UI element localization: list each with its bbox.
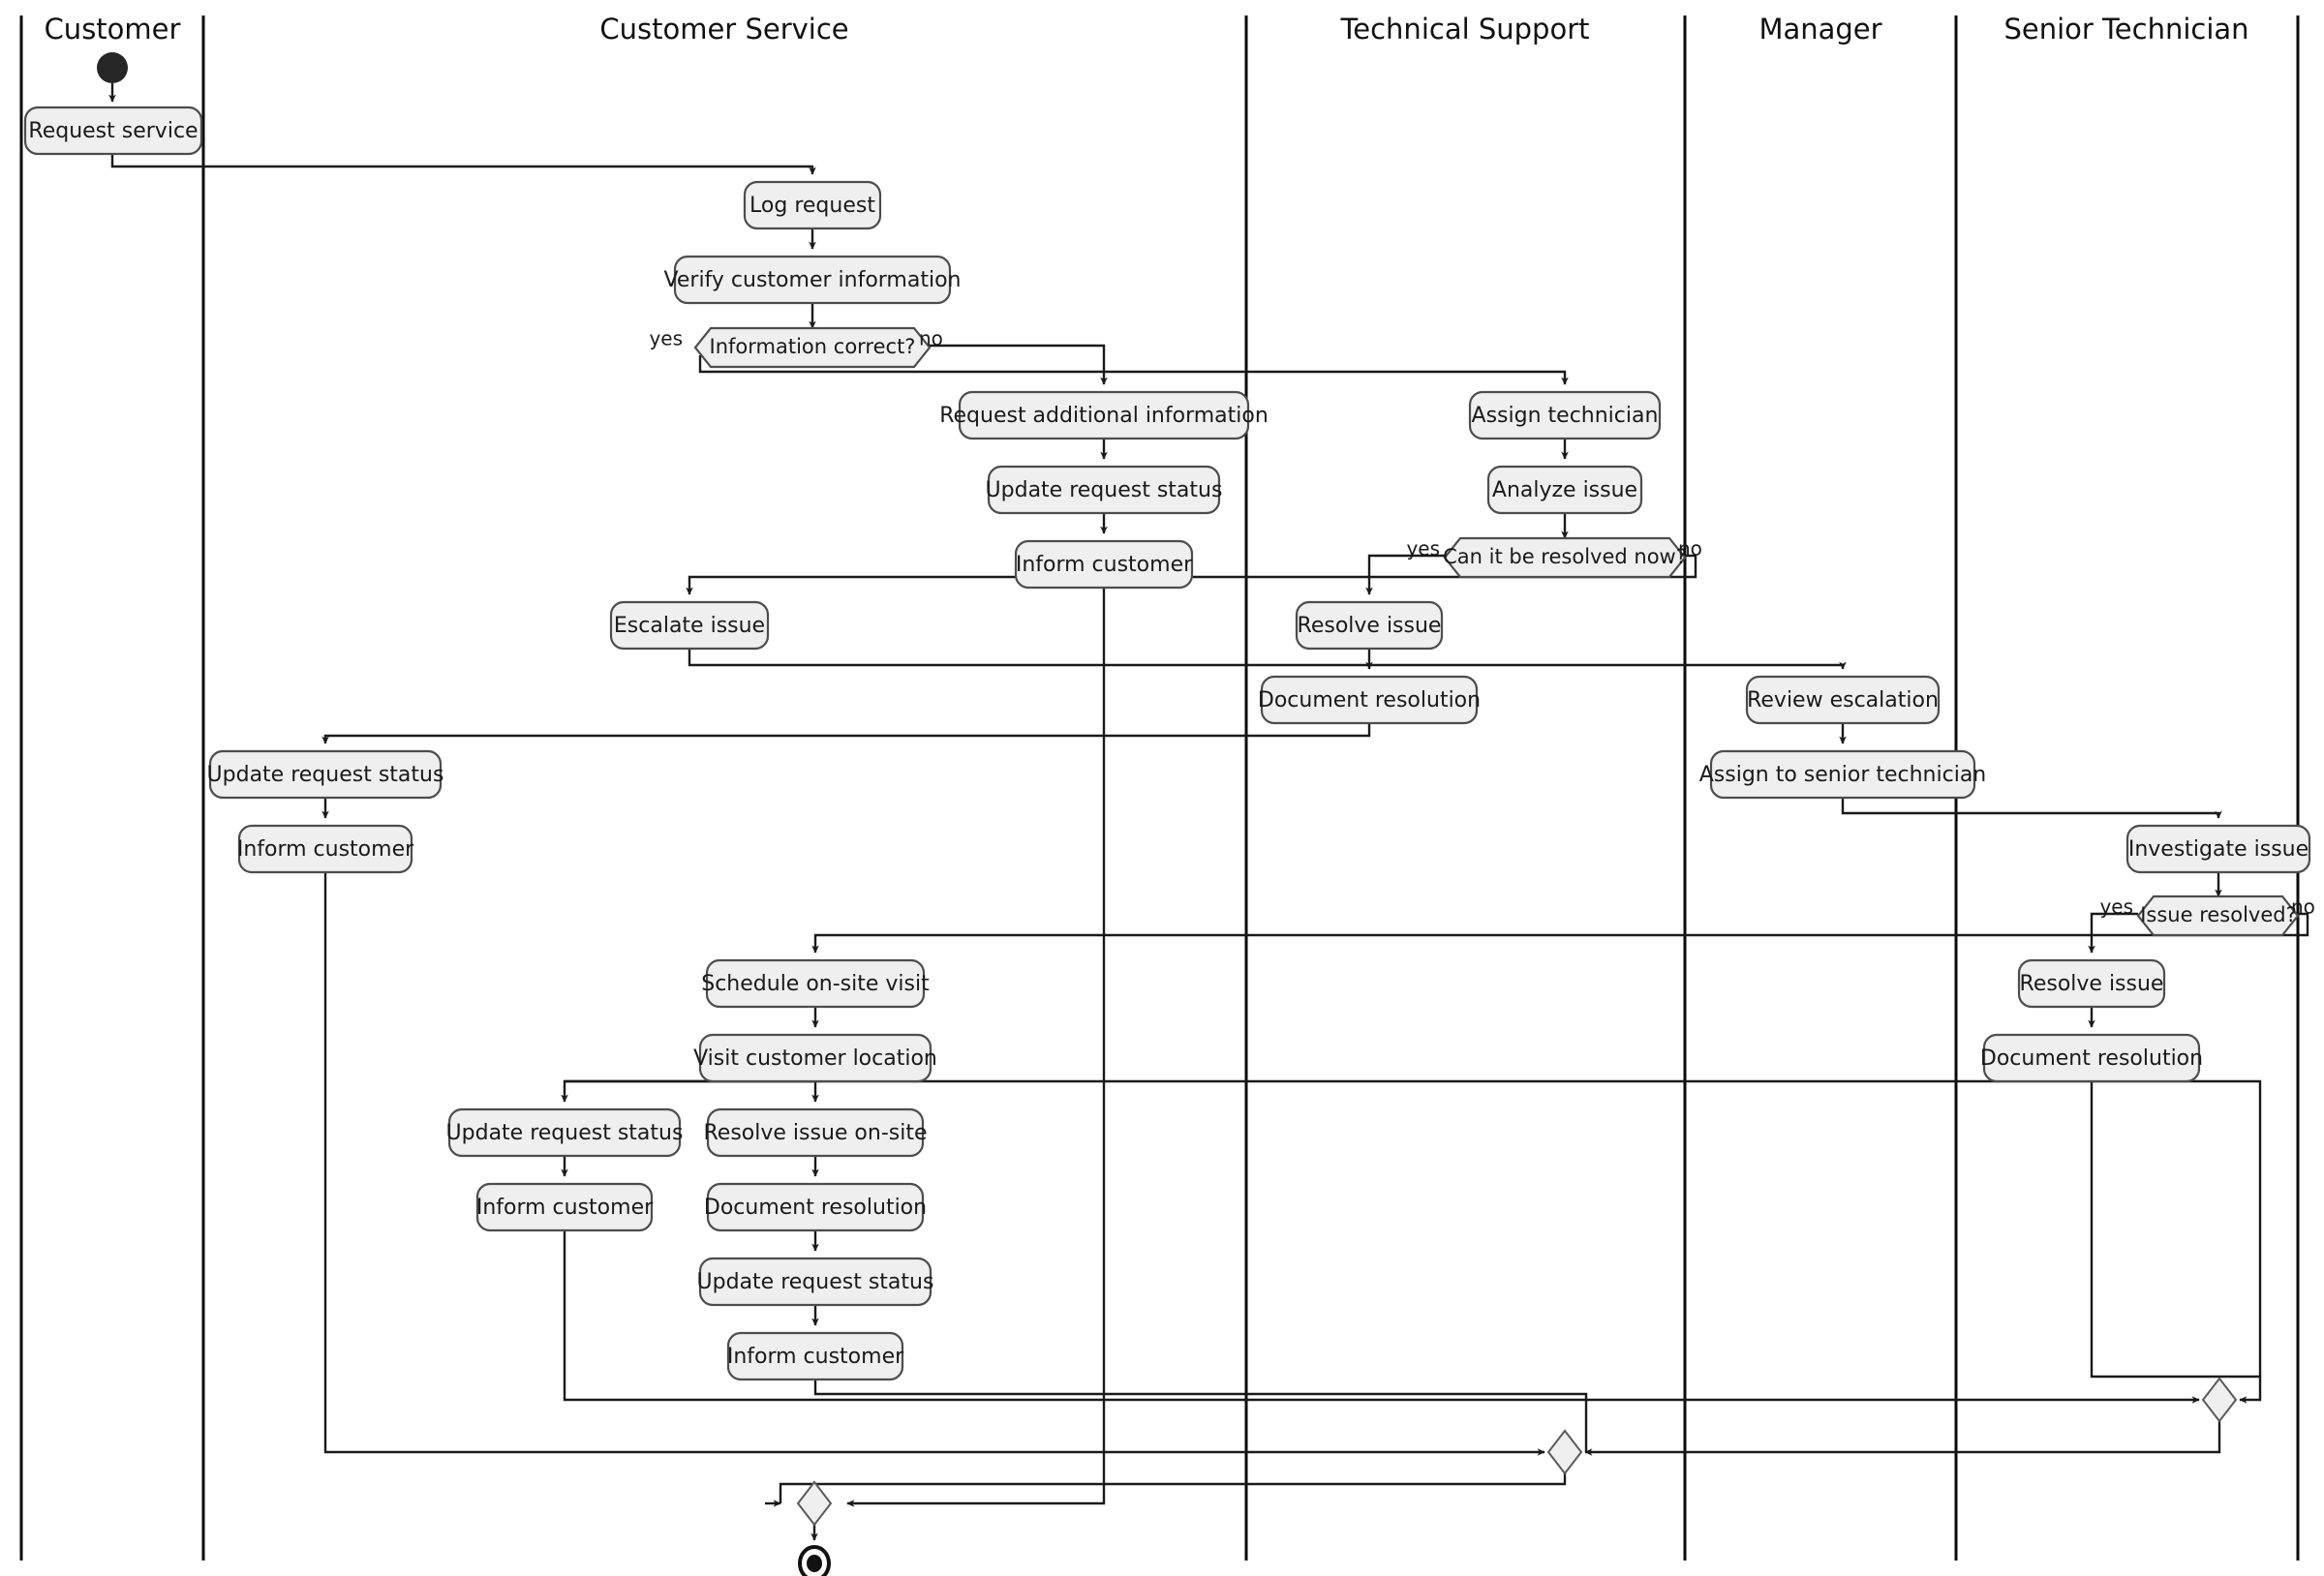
initial-node [97, 52, 128, 83]
action-label: Log request [749, 194, 875, 218]
action-document-resolution-tech[interactable]: Document resolution [1258, 675, 1481, 725]
action-update-request-status-cs-3[interactable]: Update request status [697, 1257, 934, 1307]
action-log-request[interactable]: Log request [743, 180, 882, 230]
edge-merge-2-to-merge-1 [779, 1473, 1567, 1503]
action-investigate-issue[interactable]: Investigate issue [2125, 824, 2311, 874]
lane-titles: Customer Customer Service Technical Supp… [45, 13, 2249, 45]
swimlane-activity-diagram: Customer Customer Service Technical Supp… [19, 13, 2315, 1576]
action-escalate-issue[interactable]: Escalate issue [609, 600, 770, 651]
edge-document-resolution-tech-to-update-status-customer [321, 723, 1371, 744]
action-update-request-status-cs-1[interactable]: Update request status [986, 465, 1223, 515]
action-inform-customer-cs-3[interactable]: Inform customer [727, 1331, 904, 1381]
edge-information-correct-no [919, 344, 1108, 385]
action-label: Inform customer [237, 837, 414, 862]
action-label: Update request status [986, 478, 1223, 502]
guard-yes-can-resolve: yes [1406, 537, 1440, 561]
action-document-resolution-senior[interactable]: Document resolution [1980, 1033, 2203, 1083]
edge-escalate-issue-to-review-escalation [688, 649, 1847, 670]
decision-can-it-be-resolved-now[interactable]: Can it be resolved now? yes no [1406, 537, 1702, 579]
action-inform-customer-cs-2[interactable]: Inform customer [476, 1182, 654, 1232]
action-label: Document resolution [1980, 1046, 2203, 1071]
action-label: Update request status [697, 1270, 934, 1294]
activity-diagram-canvas: Customer Customer Service Technical Supp… [0, 0, 2324, 1576]
edge-inform-customer-bottom-to-merge-2 [813, 1379, 1588, 1452]
action-label: Schedule on-site visit [701, 972, 930, 996]
final-node [798, 1545, 831, 1576]
edge-inform-customer-customer-to-merge-2 [323, 872, 1545, 1456]
action-request-additional-information[interactable]: Request additional information [939, 390, 1269, 440]
action-update-request-status-customer[interactable]: Update request status [207, 749, 444, 800]
lane-title-manager: Manager [1758, 13, 1881, 45]
action-label: Request additional information [939, 404, 1269, 428]
decision-information-correct[interactable]: Information correct? yes no [649, 327, 943, 369]
action-review-escalation[interactable]: Review escalation [1745, 675, 1941, 725]
guard-yes-information-correct: yes [649, 327, 683, 350]
action-label: Document resolution [704, 1196, 927, 1220]
action-label: Assign to senior technician [1699, 763, 1987, 787]
action-label: Resolve issue on-site [704, 1121, 928, 1145]
edge-merge-3-to-merge-2 [1586, 1421, 2221, 1454]
action-label: Review escalation [1747, 688, 1939, 712]
edge-issue-resolved-no [811, 912, 2309, 954]
guard-no-can-resolve: no [1678, 537, 1702, 561]
action-label: Inform customer [476, 1196, 654, 1220]
edge-visit-location-to-update-status-left [561, 1079, 815, 1103]
action-resolve-issue-tech[interactable]: Resolve issue [1295, 600, 1444, 651]
action-label: Update request status [446, 1121, 684, 1145]
action-assign-to-senior-technician[interactable]: Assign to senior technician [1699, 749, 1987, 800]
action-assign-technician[interactable]: Assign technician [1468, 390, 1662, 440]
guard-yes-issue-resolved: yes [2099, 895, 2133, 919]
initial-node-circle [97, 52, 128, 83]
action-resolve-issue-senior[interactable]: Resolve issue [2017, 958, 2166, 1009]
action-label: Analyze issue [1492, 478, 1637, 502]
action-resolve-issue-on-site[interactable]: Resolve issue on-site [704, 1107, 928, 1158]
action-document-resolution-cs[interactable]: Document resolution [704, 1182, 927, 1232]
action-label: Inform customer [727, 1345, 904, 1369]
decision-issue-resolved[interactable]: Issue resolved? yes no [2099, 895, 2315, 937]
edge-issue-resolved-yes [2088, 912, 2138, 954]
lane-title-senior-technician: Senior Technician [2003, 13, 2248, 45]
lane-title-customer: Customer [45, 13, 181, 45]
action-label: Escalate issue [614, 614, 765, 638]
merge-node-cs[interactable] [796, 1480, 833, 1527]
merge-node-tech[interactable] [1546, 1429, 1583, 1475]
action-request-service[interactable]: Request service [23, 106, 203, 156]
merge-node-senior[interactable] [2201, 1377, 2238, 1423]
action-label: Update request status [207, 763, 444, 787]
guard-no-issue-resolved: no [2291, 895, 2315, 919]
lane-title-technical-support: Technical Support [1339, 13, 1589, 45]
action-schedule-on-site-visit[interactable]: Schedule on-site visit [701, 958, 930, 1009]
action-visit-customer-location[interactable]: Visit customer location [693, 1033, 937, 1083]
action-analyze-issue[interactable]: Analyze issue [1486, 465, 1643, 515]
action-label: Resolve issue [2020, 972, 2164, 996]
edge-can-resolve-yes [1365, 554, 1445, 595]
action-verify-customer-information[interactable]: Verify customer information [664, 255, 962, 305]
final-node-inner-dot [807, 1555, 822, 1572]
action-label: Document resolution [1258, 688, 1481, 712]
action-label: Visit customer location [693, 1046, 937, 1071]
guard-no-information-correct: no [919, 327, 943, 350]
action-label: Inform customer [1016, 553, 1193, 577]
action-label: Request service [28, 119, 198, 143]
edge-assign-senior-to-investigate [1841, 798, 2222, 819]
decision-label: Issue resolved? [2140, 903, 2297, 926]
lane-title-customer-service: Customer Service [599, 13, 848, 45]
action-label: Investigate issue [2128, 837, 2309, 862]
action-inform-customer-customer[interactable]: Inform customer [237, 824, 414, 874]
action-label: Assign technician [1472, 404, 1659, 428]
decision-label: Information correct? [710, 335, 916, 358]
action-update-request-status-cs-2[interactable]: Update request status [446, 1107, 684, 1158]
edge-request-service-to-log-request [110, 154, 816, 175]
decision-label: Can it be resolved now? [1443, 545, 1687, 568]
action-label: Resolve issue [1298, 614, 1442, 638]
edge-document-resolution-senior-to-merge-3 [2090, 1081, 2262, 1404]
action-nodes: Request service Log request Verify custo… [23, 106, 2311, 1381]
action-label: Verify customer information [664, 268, 962, 292]
control-flow-edges [108, 83, 2309, 1541]
action-inform-customer-cs-1[interactable]: Inform customer [1014, 539, 1193, 590]
